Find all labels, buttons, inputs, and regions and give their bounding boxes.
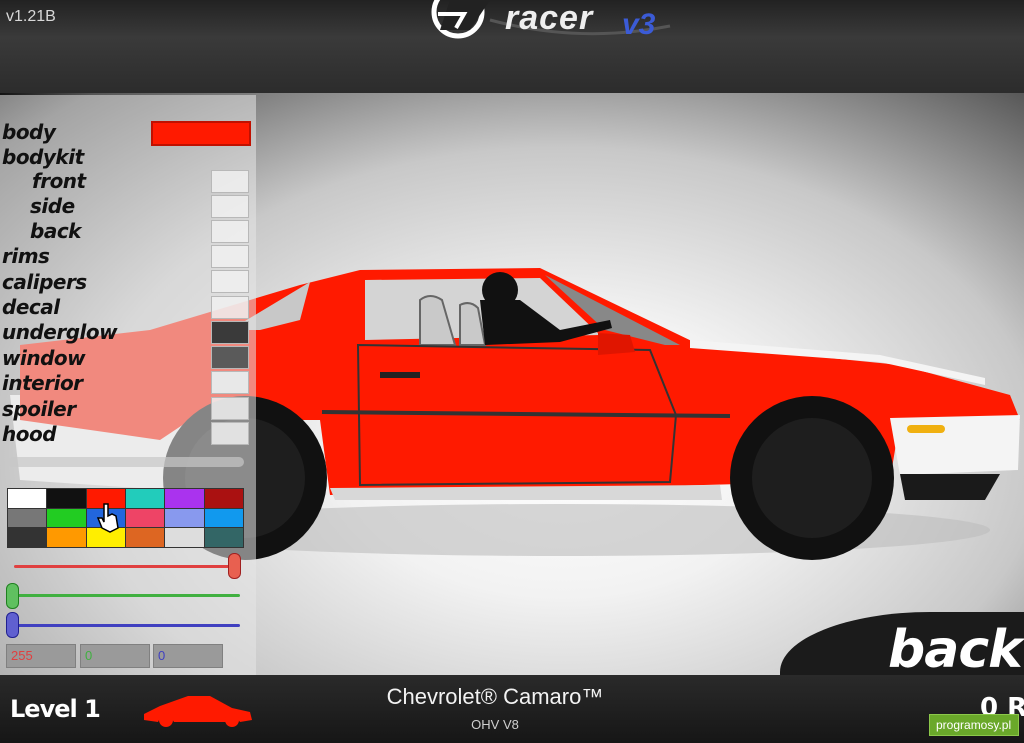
palette-color-6[interactable]: [8, 508, 47, 528]
palette-color-7[interactable]: [47, 508, 86, 528]
hood-swatch[interactable]: [211, 422, 249, 445]
palette-color-9[interactable]: [125, 508, 165, 528]
color-palette: [7, 488, 244, 548]
hand-cursor-icon: [96, 503, 119, 533]
option-rims[interactable]: rims: [2, 244, 50, 268]
interior-swatch[interactable]: [211, 371, 249, 394]
red-slider-track[interactable]: [14, 565, 240, 568]
option-back[interactable]: back: [30, 219, 81, 243]
palette-color-1[interactable]: [47, 489, 86, 508]
spoiler-swatch[interactable]: [211, 397, 249, 420]
calipers-swatch[interactable]: [211, 270, 249, 293]
option-decal[interactable]: decal: [2, 295, 60, 319]
palette-color-10[interactable]: [165, 508, 204, 528]
palette-color-16[interactable]: [165, 528, 204, 547]
palette-color-12[interactable]: [8, 528, 47, 547]
green-slider-track[interactable]: [14, 594, 240, 597]
palette-color-17[interactable]: [204, 528, 243, 547]
option-body[interactable]: body: [2, 120, 56, 144]
body-color-swatch[interactable]: [151, 121, 251, 146]
level-label: Level 1: [10, 695, 101, 723]
engine-label: OHV V8: [471, 717, 519, 732]
back-swatch[interactable]: [211, 220, 249, 243]
palette-color-3[interactable]: [125, 489, 165, 508]
green-slider-knob[interactable]: [6, 583, 19, 609]
back-button-label[interactable]: back: [888, 620, 1023, 680]
blue-slider-knob[interactable]: [6, 612, 19, 638]
version-label: v1.21B: [6, 8, 56, 25]
blue-slider-track[interactable]: [14, 624, 240, 627]
option-spoiler[interactable]: spoiler: [2, 397, 76, 421]
red-slider-knob[interactable]: [228, 553, 241, 579]
palette-color-13[interactable]: [47, 528, 86, 547]
option-bodykit[interactable]: bodykit: [2, 145, 84, 169]
option-underglow[interactable]: underglow: [2, 320, 118, 344]
rims-swatch[interactable]: [211, 245, 249, 268]
logo-version: v3: [622, 8, 656, 41]
decal-swatch[interactable]: [211, 296, 249, 319]
blue-value-field[interactable]: 0: [153, 644, 223, 668]
option-window[interactable]: window: [2, 346, 86, 370]
option-interior[interactable]: interior: [2, 371, 83, 395]
car-name: Chevrolet® Camaro™: [386, 684, 604, 709]
palette-color-11[interactable]: [204, 508, 243, 528]
option-calipers[interactable]: calipers: [2, 270, 87, 294]
green-value-field[interactable]: 0: [80, 644, 150, 668]
side-swatch[interactable]: [211, 195, 249, 218]
underglow-swatch[interactable]: [211, 321, 249, 344]
panel-scroll-track[interactable]: [8, 457, 244, 467]
option-hood[interactable]: hood: [2, 422, 57, 446]
front-swatch[interactable]: [211, 170, 249, 193]
window-swatch[interactable]: [211, 346, 249, 369]
palette-color-5[interactable]: [204, 489, 243, 508]
palette-color-0[interactable]: [8, 489, 47, 508]
watermark: programosy.pl: [929, 714, 1019, 736]
logo-text: racer: [505, 0, 594, 37]
palette-color-4[interactable]: [165, 489, 204, 508]
car-silhouette-icon: [144, 696, 252, 727]
option-side[interactable]: side: [30, 194, 75, 218]
option-front[interactable]: front: [32, 169, 86, 193]
red-value-field[interactable]: 255: [6, 644, 76, 668]
palette-color-15[interactable]: [125, 528, 165, 547]
